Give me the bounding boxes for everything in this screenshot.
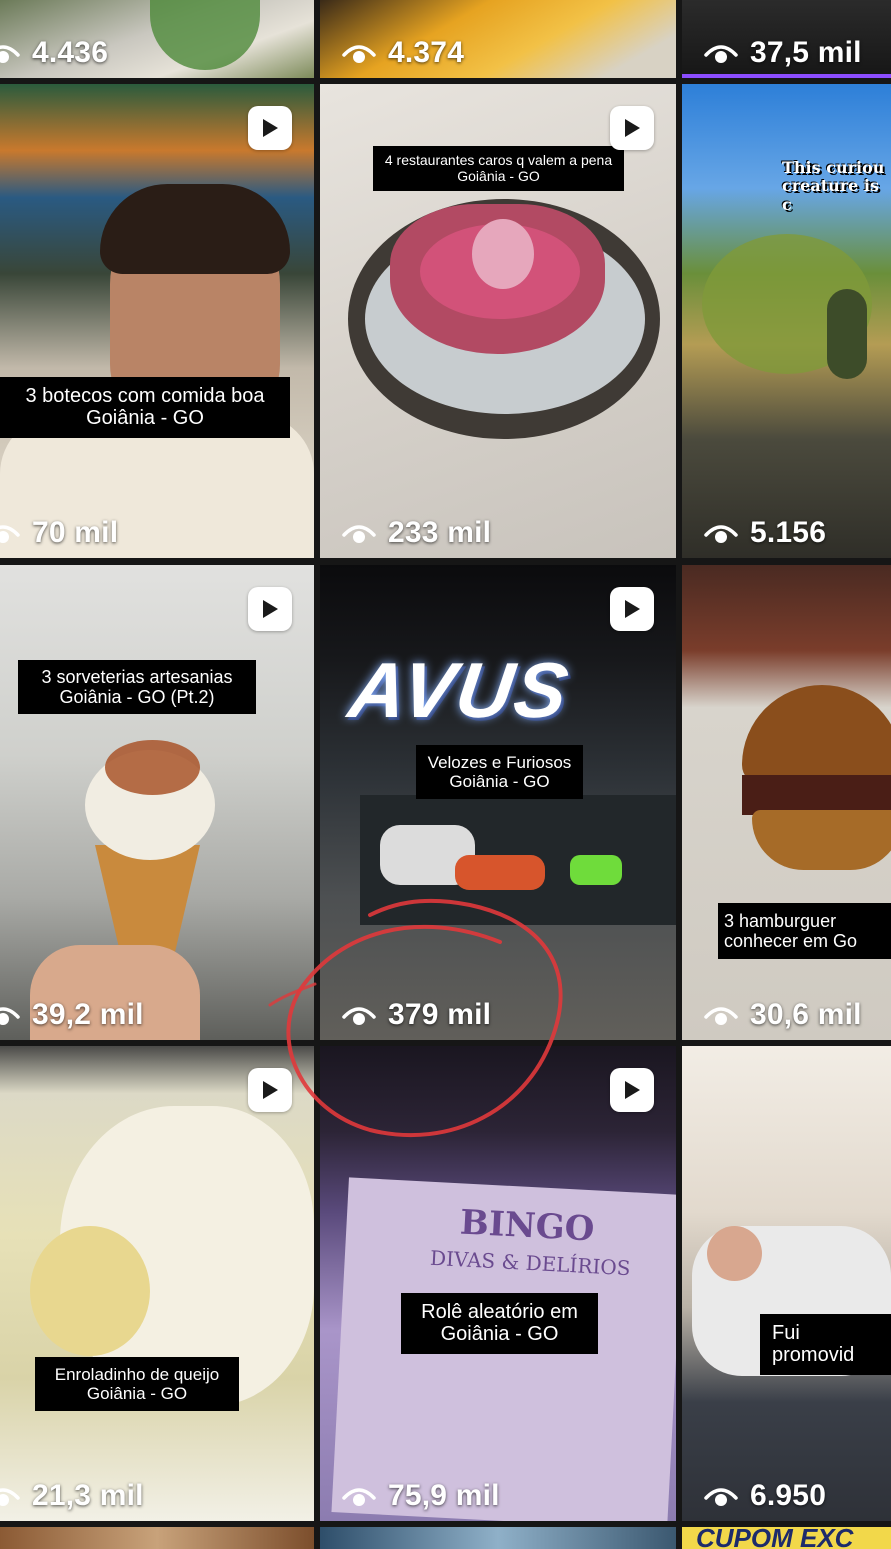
play-icon — [248, 1068, 292, 1112]
view-count: 30,6 mil — [704, 998, 862, 1032]
video-tile[interactable]: AVUS Velozes e Furiosos Goiânia - GO 379… — [320, 565, 676, 1040]
video-tile[interactable] — [0, 1527, 314, 1549]
eye-icon — [704, 1488, 738, 1506]
video-tile[interactable]: 4.374 — [320, 0, 676, 78]
play-icon — [248, 587, 292, 631]
view-count: 39,2 mil — [0, 998, 144, 1032]
eye-icon — [342, 525, 376, 543]
video-tile[interactable]: 3 botecos com comida boa Goiânia - GO 70… — [0, 84, 314, 558]
video-tile[interactable] — [320, 1527, 676, 1549]
video-tile[interactable]: CUPOM EXC — [682, 1527, 891, 1549]
view-count: 75,9 mil — [342, 1479, 500, 1513]
sign-text: AVUS — [343, 646, 576, 734]
view-count: 4.374 — [342, 36, 464, 70]
eye-icon — [704, 1007, 738, 1025]
progress-bar — [682, 74, 891, 78]
video-caption: 3 hamburguer conhecer em Go — [718, 903, 891, 960]
eye-icon — [704, 45, 738, 63]
view-count: 70 mil — [0, 516, 118, 550]
eye-icon — [342, 1488, 376, 1506]
view-count: 37,5 mil — [704, 36, 862, 70]
view-count: 5.156 — [704, 516, 826, 550]
video-tile[interactable]: BINGO DIVAS & DELÍRIOS Rolê aleatório em… — [320, 1046, 676, 1521]
video-caption: Enroladinho de queijo Goiânia - GO — [35, 1357, 239, 1412]
eye-icon — [0, 1007, 20, 1025]
video-caption: 3 botecos com comida boa Goiânia - GO — [0, 377, 290, 438]
view-count: 379 mil — [342, 998, 491, 1032]
view-count: 233 mil — [342, 516, 491, 550]
video-tile[interactable]: 4.436 — [0, 0, 314, 78]
eye-icon — [342, 45, 376, 63]
eye-icon — [342, 1007, 376, 1025]
video-caption: Velozes e Furiosos Goiânia - GO — [416, 745, 583, 800]
eye-icon — [0, 1488, 20, 1506]
eye-icon — [0, 45, 20, 63]
video-caption: Fui promovid — [760, 1314, 891, 1375]
video-grid: 4.436 4.374 37,5 mil 3 botecos com comid… — [0, 0, 891, 1549]
video-caption: Rolê aleatório em Goiânia - GO — [401, 1293, 598, 1354]
eye-icon — [0, 525, 20, 543]
view-count: 4.436 — [0, 36, 108, 70]
video-overlay-text: This curiou creature is c — [782, 158, 885, 214]
view-count: 6.950 — [704, 1479, 826, 1513]
video-tile[interactable]: This curiou creature is c 5.156 — [682, 84, 891, 558]
video-tile[interactable]: 4 restaurantes caros q valem a pena Goiâ… — [320, 84, 676, 558]
video-overlay-text: CUPOM EXC — [696, 1527, 854, 1549]
video-caption: 3 sorveterias artesanias Goiânia - GO (P… — [18, 660, 256, 715]
video-tile[interactable]: Fui promovid 6.950 — [682, 1046, 891, 1521]
video-caption: 4 restaurantes caros q valem a pena Goiâ… — [373, 146, 624, 192]
video-tile[interactable]: 3 hamburguer conhecer em Go 30,6 mil — [682, 565, 891, 1040]
play-icon — [610, 1068, 654, 1112]
card-title: BINGO — [459, 1202, 596, 1250]
play-icon — [610, 106, 654, 150]
eye-icon — [704, 525, 738, 543]
view-count: 21,3 mil — [0, 1479, 144, 1513]
play-icon — [610, 587, 654, 631]
video-tile[interactable]: 3 sorveterias artesanias Goiânia - GO (P… — [0, 565, 314, 1040]
play-icon — [248, 106, 292, 150]
video-tile[interactable]: 37,5 mil — [682, 0, 891, 78]
video-tile[interactable]: Enroladinho de queijo Goiânia - GO 21,3 … — [0, 1046, 314, 1521]
